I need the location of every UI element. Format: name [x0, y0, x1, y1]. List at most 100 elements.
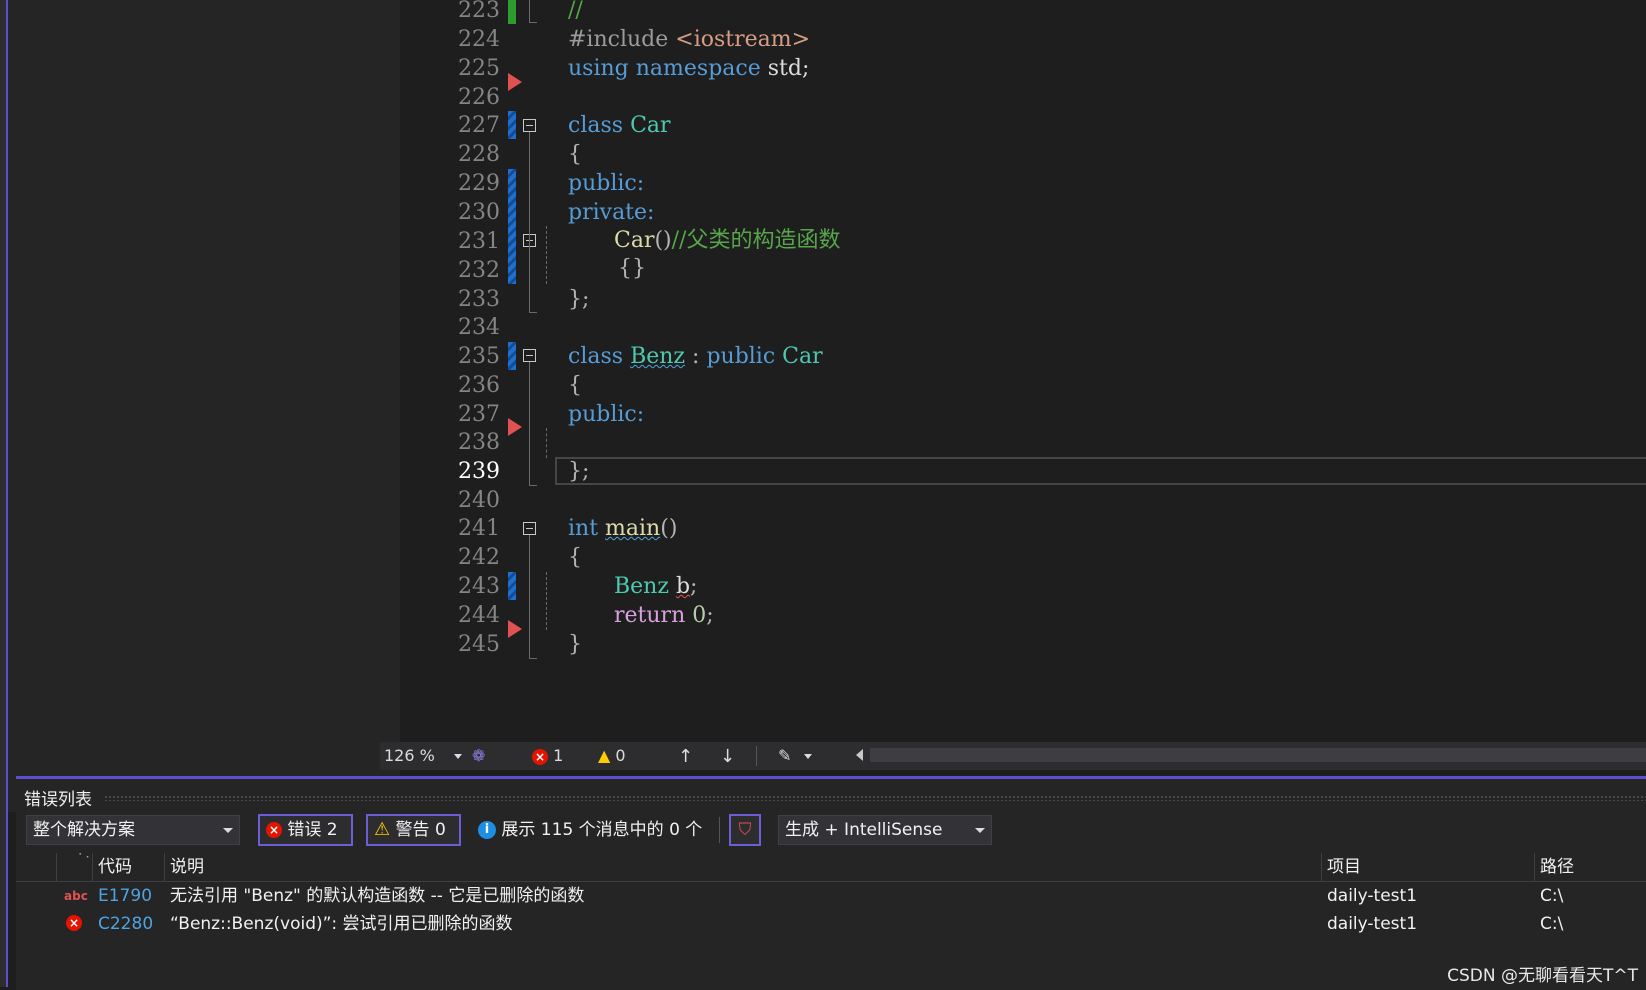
keyword: public: [706, 344, 776, 369]
line-number: 228: [458, 142, 500, 167]
line-number: 226: [458, 85, 500, 110]
collapse-icon[interactable]: [523, 522, 536, 535]
line-number: 236: [458, 373, 500, 398]
line-number: 230: [458, 200, 500, 225]
unsaved-change-bar: [508, 572, 516, 600]
side-panel: [8, 0, 400, 812]
error-indicator[interactable]: × 1: [532, 746, 563, 765]
colon: :: [692, 344, 700, 369]
line-number: 240: [458, 488, 500, 513]
comment: //父类的构造函数: [671, 228, 841, 253]
column-header-description[interactable]: 说明: [170, 853, 204, 881]
errors-button-label: 错误 2: [287, 820, 338, 840]
warnings-filter-button[interactable]: ⚠ 警告 0: [366, 814, 461, 846]
breakpoint-arrow-icon[interactable]: [508, 73, 522, 91]
outline-line: [529, 132, 530, 312]
horizontal-scrollbar[interactable]: [870, 748, 1646, 762]
error-code-link[interactable]: E1790: [98, 882, 152, 910]
outline-line: [529, 535, 530, 658]
column-header-path[interactable]: 路径: [1540, 853, 1574, 881]
line-number: 229: [458, 171, 500, 196]
keyword: class: [568, 344, 624, 369]
column-header-project[interactable]: 项目: [1327, 853, 1361, 881]
access-specifier: private:: [568, 200, 655, 225]
class-name: Benz: [630, 344, 686, 369]
include-path: <iostream>: [675, 27, 811, 52]
error-count: 1: [553, 746, 564, 765]
code-line-244: return 0;: [614, 601, 714, 631]
error-icon: ×: [266, 822, 282, 838]
zoom-level[interactable]: 126 %: [384, 746, 435, 765]
scroll-left-icon[interactable]: [856, 749, 863, 761]
line-number: 243: [458, 574, 500, 599]
code-editor[interactable]: 223 224 225 226 227 228 229 230 231 232 …: [400, 0, 1646, 780]
indent-guide: [546, 428, 547, 458]
unsaved-change-bar: [508, 342, 516, 370]
code-line-230: private:: [568, 198, 654, 228]
watermark: CSDN @无聊看看天T^T: [1447, 966, 1638, 986]
panel-grip[interactable]: [104, 795, 1646, 801]
parens: (): [660, 516, 678, 541]
collapse-icon[interactable]: [523, 119, 536, 132]
breakpoint-arrow-icon[interactable]: [508, 620, 522, 638]
breakpoint-arrow-icon[interactable]: [508, 418, 522, 436]
error-description: “Benz::Benz(void)”: 尝试引用已删除的函数: [170, 914, 513, 934]
table-row[interactable]: abc E1790 无法引用 "Benz" 的默认构造函数 -- 它是已删除的函…: [16, 882, 1646, 910]
code-line-242: {: [568, 543, 582, 573]
error-code-link[interactable]: C2280: [98, 910, 153, 938]
sort-grip-icon[interactable]: ⠁⠂: [78, 853, 93, 864]
outline-line: [529, 0, 530, 22]
code-line-236: {: [568, 371, 582, 401]
line-number: 232: [458, 258, 500, 283]
code-line-241: int main(): [568, 514, 677, 544]
errors-filter-button[interactable]: × 错误 2: [258, 814, 353, 846]
intellicode-icon[interactable]: ❁: [472, 746, 485, 765]
number-literal: 0: [692, 603, 707, 628]
identifier: std;: [767, 56, 810, 81]
base-class-name: Car: [782, 344, 823, 369]
column-header-code[interactable]: 代码: [98, 853, 132, 881]
braces: {}: [618, 256, 646, 281]
filter-toggle-button[interactable]: ⛉: [729, 814, 761, 846]
indent-guide: [546, 572, 547, 630]
table-row[interactable]: × C2280 “Benz::Benz(void)”: 尝试引用已删除的函数 d…: [16, 910, 1646, 938]
outline-line: [529, 658, 537, 659]
column-separator[interactable]: [56, 853, 57, 881]
line-number: 235: [458, 344, 500, 369]
arrow-down-icon[interactable]: ↓: [720, 746, 735, 767]
messages-filter-button[interactable]: i 展示 115 个消息中的 0 个: [478, 815, 702, 845]
zoom-dropdown-icon[interactable]: [454, 754, 462, 759]
warning-icon: ⚠: [374, 819, 391, 840]
line-number: 238: [458, 430, 500, 455]
line-number: 244: [458, 603, 500, 628]
code-line-223: //: [568, 0, 583, 26]
code-line-231: Car()//父类的构造函数: [614, 226, 840, 256]
warning-indicator[interactable]: ▲ 0: [598, 746, 626, 765]
variable-name: b: [675, 574, 691, 599]
keyword: return: [614, 603, 686, 628]
keyword: namespace: [635, 56, 761, 81]
error-path: C:\: [1540, 886, 1564, 906]
collapse-icon[interactable]: [523, 349, 536, 362]
column-separator[interactable]: [92, 853, 93, 881]
keyword: using: [568, 56, 629, 81]
preprocessor: #include: [568, 27, 669, 52]
line-number: 241: [458, 516, 500, 541]
arrow-up-icon[interactable]: ↑: [678, 746, 693, 767]
code-line-229: public:: [568, 169, 644, 199]
code-line-245: }: [568, 630, 582, 660]
panel-title: 错误列表: [24, 790, 92, 810]
indent-guide: [546, 226, 547, 284]
code-cleanup-icon[interactable]: ✎: [778, 746, 791, 765]
error-icon: ×: [66, 915, 82, 931]
warning-icon: ▲: [598, 746, 611, 765]
column-separator[interactable]: [1321, 853, 1322, 881]
build-source-select[interactable]: 生成 + IntelliSense: [778, 815, 992, 845]
chevron-down-icon[interactable]: [804, 754, 812, 759]
line-number: 234: [458, 315, 500, 340]
code-line-232: {}: [618, 254, 646, 284]
code-line-233: };: [568, 285, 589, 315]
column-separator[interactable]: [164, 853, 165, 881]
scope-select[interactable]: 整个解决方案: [26, 815, 240, 845]
column-separator[interactable]: [1534, 853, 1535, 881]
